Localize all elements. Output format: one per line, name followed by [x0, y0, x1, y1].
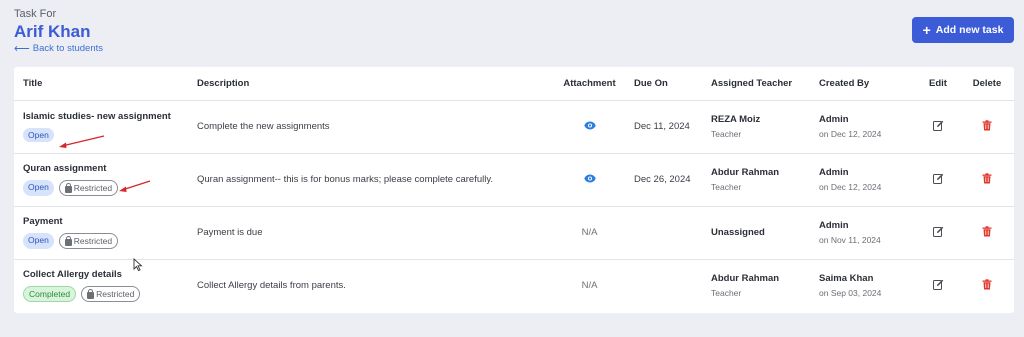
- back-to-students-link[interactable]: ⟵ Back to students: [14, 43, 103, 54]
- status-badge: Completed: [23, 286, 77, 303]
- back-link-label: Back to students: [32, 43, 104, 54]
- column-header-delete: Delete: [972, 77, 1002, 89]
- task-description: Collect Allergy details from parents.: [197, 280, 346, 292]
- attachment-na: N/A: [581, 280, 598, 292]
- task-title: Quran assignment: [23, 163, 107, 174]
- restricted-label: Restricted: [96, 289, 135, 300]
- restricted-label: Restricted: [73, 236, 113, 246]
- tasks-table-card: Title Description Attachment Due On Assi…: [14, 67, 1014, 313]
- table-row: Quran assignment Open Restricted Quran a…: [14, 153, 1014, 206]
- tasks-table: Title Description Attachment Due On Assi…: [14, 67, 1014, 312]
- column-header-assigned-teacher: Assigned Teacher: [711, 77, 793, 89]
- add-new-task-label: Add new task: [935, 24, 1004, 36]
- edit-icon[interactable]: [932, 120, 944, 134]
- student-name: Arif Khan: [14, 22, 91, 41]
- created-by-name: Saima Khan: [819, 273, 874, 285]
- plus-icon: +: [922, 22, 931, 38]
- assigned-teacher-name: REZA Moiz: [711, 114, 761, 125]
- annotation-arrow: [59, 135, 105, 148]
- attachment-na: N/A: [581, 227, 598, 238]
- table-row: Islamic studies- new assignment Open Com…: [14, 100, 1014, 153]
- eye-icon[interactable]: [583, 174, 596, 186]
- due-date: Dec 26, 2024: [634, 174, 691, 185]
- edit-icon[interactable]: [932, 279, 944, 293]
- restricted-badge: Restricted: [58, 180, 119, 196]
- restricted-badge: Restricted: [58, 233, 119, 249]
- page-header: Task For Arif Khan ⟵ Back to students: [14, 8, 103, 54]
- status-badge: Open: [23, 180, 54, 196]
- assigned-teacher-name: Abdur Rahman: [711, 273, 780, 285]
- edit-icon[interactable]: [932, 173, 944, 187]
- table-row: Payment Open Restricted Payment is due N…: [14, 206, 1014, 259]
- column-header-title: Title: [23, 77, 43, 89]
- lock-icon: [64, 182, 72, 193]
- due-date: Dec 11, 2024: [634, 121, 690, 132]
- assigned-teacher-role: Teacher: [711, 182, 742, 192]
- assigned-teacher-role: Teacher: [711, 288, 742, 299]
- column-header-created-by: Created By: [819, 77, 870, 89]
- status-badge: Open: [23, 233, 54, 249]
- due-date: [634, 206, 711, 259]
- task-title: Collect Allergy details: [23, 269, 122, 281]
- created-on-date: on Dec 12, 2024: [819, 129, 882, 139]
- column-header-due-on: Due On: [634, 77, 668, 89]
- created-on-date: on Nov 11, 2024: [819, 235, 881, 245]
- annotation-arrow: [119, 180, 151, 192]
- column-header-attachment: Attachment: [563, 77, 616, 89]
- trash-icon[interactable]: [982, 279, 992, 293]
- trash-icon[interactable]: [982, 119, 992, 134]
- add-new-task-button[interactable]: + Add new task: [912, 17, 1014, 43]
- task-title: Payment: [23, 216, 63, 227]
- table-header-row: Title Description Attachment Due On Assi…: [14, 67, 1014, 100]
- assigned-teacher-name: Abdur Rahman: [711, 167, 780, 178]
- task-description: Quran assignment-- this is for bonus mar…: [197, 174, 494, 185]
- table-row: Collect Allergy details Completed Restri…: [14, 259, 1014, 312]
- task-description: Complete the new assignments: [197, 121, 330, 132]
- task-description: Payment is due: [197, 227, 263, 238]
- created-on-date: on Sep 03, 2024: [819, 288, 882, 299]
- column-header-edit: Edit: [929, 77, 947, 89]
- trash-icon[interactable]: [982, 225, 992, 240]
- created-by-name: Admin: [819, 167, 849, 178]
- eye-icon[interactable]: [583, 121, 596, 133]
- lock-icon: [87, 288, 95, 299]
- due-date: [634, 259, 711, 312]
- assigned-teacher-role: Teacher: [711, 129, 742, 139]
- created-by-name: Admin: [819, 114, 849, 125]
- created-by-name: Admin: [819, 220, 849, 231]
- mouse-cursor-icon: [133, 258, 143, 272]
- assigned-teacher-name: Unassigned: [711, 227, 765, 238]
- status-badge: Open: [23, 128, 54, 142]
- restricted-label: Restricted: [73, 183, 113, 193]
- trash-icon[interactable]: [982, 172, 992, 187]
- edit-icon[interactable]: [932, 226, 944, 240]
- task-for-label: Task For: [14, 8, 57, 20]
- lock-icon: [64, 235, 72, 246]
- column-header-description: Description: [197, 77, 250, 89]
- task-title: Islamic studies- new assignment: [23, 111, 171, 122]
- arrow-left-icon: ⟵: [14, 42, 30, 55]
- restricted-badge: Restricted: [81, 286, 141, 303]
- created-on-date: on Dec 12, 2024: [819, 182, 882, 192]
